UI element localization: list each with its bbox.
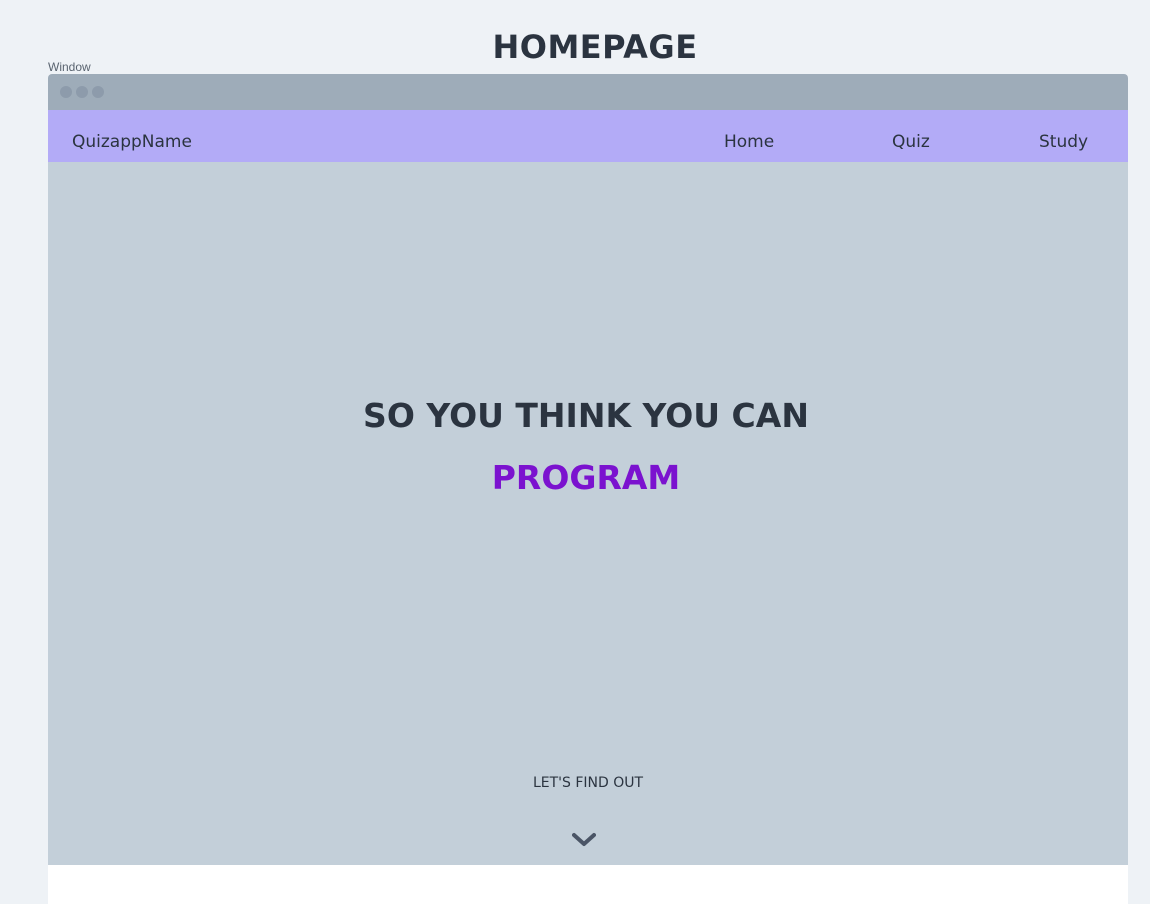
window-titlebar [48,74,1128,110]
window-maximize-control[interactable] [92,86,104,98]
nav-link-study[interactable]: Study [1039,132,1088,152]
frame-label: Window [48,60,91,74]
brand-name[interactable]: QuizappName [72,132,192,152]
cta-text[interactable]: LET'S FIND OUT [48,775,1128,791]
hero-highlight: PROGRAM [491,458,681,497]
window-close-control[interactable] [60,86,72,98]
navbar: QuizappName Home Quiz Study [48,110,1128,162]
chevron-down-icon[interactable] [572,832,596,848]
nav-link-home[interactable]: Home [724,132,774,152]
page-title: HOMEPAGE [492,28,698,66]
nav-link-quiz[interactable]: Quiz [892,132,930,152]
window-minimize-control[interactable] [76,86,88,98]
hero-title: SO YOU THINK YOU CAN [363,396,809,435]
browser-window: QuizappName Home Quiz Study SO YOU THINK… [48,74,1128,904]
hero-section: SO YOU THINK YOU CAN PROGRAM LET'S FIND … [48,162,1128,865]
